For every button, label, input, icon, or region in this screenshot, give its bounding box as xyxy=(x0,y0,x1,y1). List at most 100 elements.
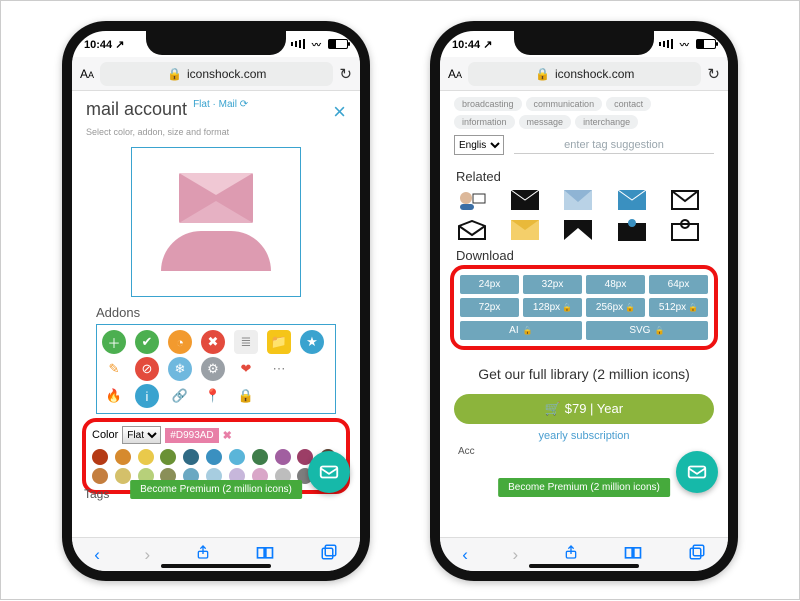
addon-plus-icon[interactable]: ＋ xyxy=(102,330,126,354)
addon-clock-icon[interactable]: ◔ xyxy=(168,330,192,354)
addon-gear-icon[interactable]: ⚙ xyxy=(201,357,225,381)
nav-forward-icon: › xyxy=(144,545,150,565)
page-content-left: mail account Flat · Mail ⟳ × Select colo… xyxy=(72,91,360,537)
color-swatch[interactable] xyxy=(275,449,291,465)
bookmarks-icon[interactable] xyxy=(623,544,643,565)
related-icon[interactable] xyxy=(616,218,648,242)
addon-link-icon[interactable]: 🔗 xyxy=(168,384,192,408)
reload-icon[interactable]: ↻ xyxy=(707,65,720,83)
download-size-button[interactable]: 48px xyxy=(586,275,645,294)
lock-icon: 🔒 xyxy=(167,67,182,81)
download-size-button[interactable]: 512px🔒 xyxy=(649,298,708,317)
safari-address-bar[interactable]: AA 🔒 iconshock.com ↻ xyxy=(72,57,360,91)
nav-back-icon[interactable]: ‹ xyxy=(94,545,100,565)
tag-chip[interactable]: communication xyxy=(526,97,603,111)
clear-color-icon[interactable]: ✖ xyxy=(223,429,232,442)
safari-address-bar[interactable]: AA 🔒 iconshock.com ↻ xyxy=(440,57,728,91)
related-icon[interactable] xyxy=(616,188,648,212)
related-icon[interactable] xyxy=(669,218,701,242)
addon-pencil-icon[interactable]: ✎ xyxy=(102,357,126,381)
contact-fab[interactable] xyxy=(308,451,350,493)
addon-note-icon[interactable]: ≣ xyxy=(234,330,258,354)
color-swatch[interactable] xyxy=(138,449,154,465)
color-swatch[interactable] xyxy=(115,468,131,484)
reload-icon[interactable]: ↻ xyxy=(339,65,352,83)
buy-button[interactable]: 🛒 $79 | Year xyxy=(454,394,714,424)
color-palette xyxy=(92,449,340,484)
share-icon[interactable] xyxy=(563,543,579,566)
yearly-subscription-link[interactable]: yearly subscription xyxy=(440,424,728,446)
addon-star-icon[interactable]: ★ xyxy=(300,330,324,354)
color-swatch[interactable] xyxy=(206,449,222,465)
color-swatch[interactable] xyxy=(252,449,268,465)
style-chip[interactable]: Flat · Mail ⟳ xyxy=(193,99,248,110)
color-swatch[interactable] xyxy=(115,449,131,465)
color-swatch[interactable] xyxy=(160,449,176,465)
addon-pin-icon[interactable]: 📍 xyxy=(201,384,225,408)
addon-fire-icon[interactable]: 🔥 xyxy=(102,384,126,408)
download-vector-button[interactable]: AI 🔒 xyxy=(460,321,582,340)
addon-heart-icon[interactable]: ❤ xyxy=(234,357,258,381)
color-swatch[interactable] xyxy=(92,449,108,465)
related-icon[interactable] xyxy=(562,218,594,242)
color-swatch[interactable] xyxy=(183,449,199,465)
color-swatch[interactable] xyxy=(92,468,108,484)
download-label: Download xyxy=(440,248,728,263)
download-size-button[interactable]: 64px xyxy=(649,275,708,294)
icon-preview xyxy=(131,147,301,297)
color-swatch[interactable] xyxy=(229,449,245,465)
addon-stop-icon[interactable]: ⊘ xyxy=(135,357,159,381)
tag-chip[interactable]: message xyxy=(519,115,572,129)
bookmarks-icon[interactable] xyxy=(255,544,275,565)
addons-grid: ＋ ✔ ◔ ✖ ≣ 📁 ★ ✎ ⊘ ❄ ⚙ ❤ ⋯ 🔥 i 🔗 📍 🔒 xyxy=(96,324,336,414)
lock-icon: 🔒 xyxy=(535,67,550,81)
color-hex[interactable]: #D993AD xyxy=(165,428,218,443)
premium-banner[interactable]: Become Premium (2 million icons) xyxy=(498,478,670,497)
language-select[interactable]: Englis xyxy=(454,135,504,155)
tag-chip[interactable]: contact xyxy=(606,97,651,111)
download-section-highlight: 24px32px48px64px 72px128px🔒256px🔒512px🔒 A… xyxy=(450,265,718,350)
addon-cancel-icon[interactable]: ✖ xyxy=(201,330,225,354)
phone-left: 10:44 ↗ 〰 AA 🔒 iconshock.com ↻ mail acco… xyxy=(62,21,370,581)
tag-chip[interactable]: interchange xyxy=(575,115,638,129)
color-style-select[interactable]: Flat xyxy=(122,426,161,444)
addon-check-icon[interactable]: ✔ xyxy=(135,330,159,354)
location-icon: ↗ xyxy=(483,39,492,51)
related-icon[interactable] xyxy=(669,188,701,212)
related-icon[interactable] xyxy=(509,188,541,212)
download-size-button[interactable]: 32px xyxy=(523,275,582,294)
download-sizes-grid: 24px32px48px64px 72px128px🔒256px🔒512px🔒 xyxy=(460,275,708,317)
download-size-button[interactable]: 256px🔒 xyxy=(586,298,645,317)
tag-chip[interactable]: information xyxy=(454,115,515,129)
addon-info-icon[interactable]: i xyxy=(135,384,159,408)
url-host: iconshock.com xyxy=(555,67,634,81)
download-size-button[interactable]: 24px xyxy=(460,275,519,294)
device-notch xyxy=(514,31,654,55)
premium-banner[interactable]: Become Premium (2 million icons) xyxy=(130,480,302,499)
color-label: Color xyxy=(92,429,118,441)
tag-suggestion-input[interactable]: enter tag suggestion xyxy=(514,137,714,154)
related-icons-grid xyxy=(456,188,712,242)
addon-folder-icon[interactable]: 📁 xyxy=(267,330,291,354)
mail-icon xyxy=(686,461,708,483)
page-subtitle: Select color, addon, size and format xyxy=(72,127,360,143)
related-icon[interactable] xyxy=(562,188,594,212)
share-icon[interactable] xyxy=(195,543,211,566)
nav-back-icon[interactable]: ‹ xyxy=(462,545,468,565)
tag-chip[interactable]: broadcasting xyxy=(454,97,522,111)
addon-snow-icon[interactable]: ❄ xyxy=(168,357,192,381)
download-vector-button[interactable]: SVG 🔒 xyxy=(586,321,708,340)
related-icon[interactable] xyxy=(456,218,488,242)
addons-label: Addons xyxy=(72,303,360,322)
download-size-button[interactable]: 128px🔒 xyxy=(523,298,582,317)
device-notch xyxy=(146,31,286,55)
close-icon[interactable]: × xyxy=(333,99,346,125)
tabs-icon[interactable] xyxy=(688,543,706,566)
related-icon[interactable] xyxy=(456,188,488,212)
addon-dots-icon[interactable]: ⋯ xyxy=(267,357,291,381)
tabs-icon[interactable] xyxy=(320,543,338,566)
addon-lock-icon[interactable]: 🔒 xyxy=(234,384,258,408)
related-icon[interactable] xyxy=(509,218,541,242)
contact-fab[interactable] xyxy=(676,451,718,493)
download-size-button[interactable]: 72px xyxy=(460,298,519,317)
